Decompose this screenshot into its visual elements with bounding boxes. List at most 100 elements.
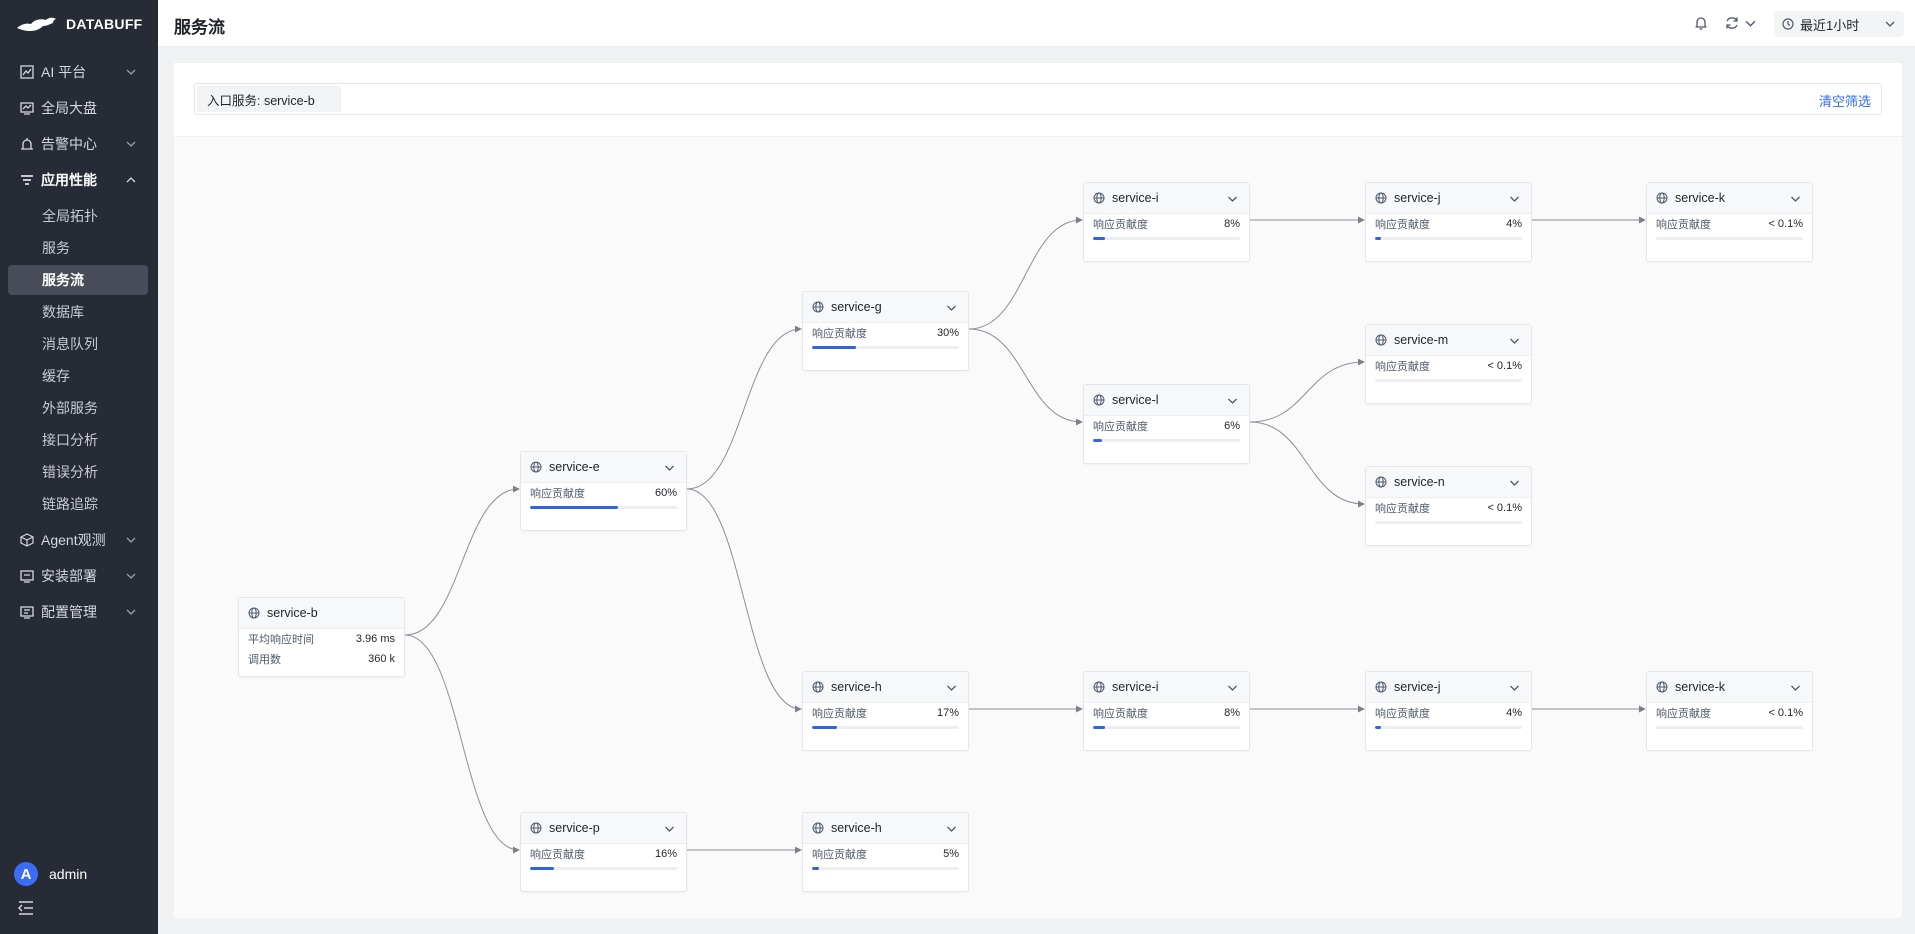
flow-node-service-j[interactable]: service-j 响应贡献度 4% (1365, 671, 1532, 751)
node-title: service-l (1112, 393, 1159, 407)
sub-item-service-flow[interactable]: 服务流 (8, 265, 148, 295)
chevron-down-icon[interactable] (946, 823, 957, 834)
nav-group-alert-center[interactable]: 告警中心 (0, 126, 158, 162)
chevron-down-icon[interactable] (1509, 477, 1520, 488)
metric-contribution: 响应贡献度 6% (1084, 416, 1249, 436)
globe-icon (812, 822, 824, 834)
metric-value: 30% (936, 327, 959, 339)
chevron-down-icon[interactable] (1790, 682, 1801, 693)
sub-item-cache[interactable]: 缓存 (8, 361, 148, 391)
metric-value: 8% (1224, 707, 1240, 719)
flow-edge-g-l (968, 328, 1083, 426)
flow-edge-g-i1 (968, 216, 1083, 330)
user-profile[interactable]: A admin (14, 862, 87, 886)
contribution-progress-bar (1093, 439, 1240, 442)
chevron-down-icon[interactable] (664, 823, 675, 834)
brand-logo[interactable]: DATABUFF (16, 12, 143, 36)
chevron-down-icon[interactable] (1227, 682, 1238, 693)
chevron-down-icon[interactable] (1509, 335, 1520, 346)
flow-edge-l-n (1249, 421, 1365, 508)
chevron-down-icon[interactable] (1227, 395, 1238, 406)
nav-group-app-performance[interactable]: 应用性能 (0, 162, 158, 198)
bell-icon[interactable] (1693, 15, 1709, 31)
flow-node-service-i[interactable]: service-i 响应贡献度 8% (1083, 182, 1250, 262)
flow-node-service-m[interactable]: service-m 响应贡献度 < 0.1% (1365, 324, 1532, 404)
chevron-down-icon[interactable] (946, 682, 957, 693)
node-title: service-p (549, 821, 600, 835)
chevron-down-icon[interactable] (946, 302, 957, 313)
flow-node-service-n[interactable]: service-n 响应贡献度 < 0.1% (1365, 466, 1532, 546)
sidebar: DATABUFF AI 平台 全局大盘 告警中心 应用性能 全局拓扑 服务 服务… (0, 0, 158, 934)
sub-item-database[interactable]: 数据库 (8, 297, 148, 327)
metric-value: 17% (936, 707, 959, 719)
flow-node-service-k[interactable]: service-k 响应贡献度 < 0.1% (1646, 182, 1813, 262)
nav-group-global-dashboard[interactable]: 全局大盘 (0, 90, 158, 126)
node-header: service-k (1647, 672, 1812, 703)
chevron-down-icon[interactable] (664, 462, 675, 473)
chart-icon (20, 65, 34, 79)
chevron-down-icon[interactable] (1790, 193, 1801, 204)
metric-value: < 0.1% (1768, 218, 1803, 230)
metric-label: 平均响应时间 (248, 634, 314, 646)
metric-label: 响应贡献度 (1093, 421, 1148, 433)
contribution-progress-bar (1375, 726, 1522, 729)
nav-group-label: 告警中心 (41, 136, 97, 152)
sub-item-external-service[interactable]: 外部服务 (8, 393, 148, 423)
sub-item-service[interactable]: 服务 (8, 233, 148, 263)
flow-node-service-h[interactable]: service-h 响应贡献度 17% (802, 671, 969, 751)
flow-node-service-k[interactable]: service-k 响应贡献度 < 0.1% (1646, 671, 1813, 751)
nav-group-ai-platform[interactable]: AI 平台 (0, 54, 158, 90)
flow-node-service-g[interactable]: service-g 响应贡献度 30% (802, 291, 969, 371)
progress-fill (530, 867, 554, 870)
clear-filter-link[interactable]: 清空筛选 (1819, 91, 1871, 110)
globe-icon (248, 607, 260, 619)
flow-node-service-i[interactable]: service-i 响应贡献度 8% (1083, 671, 1250, 751)
sub-item-message-queue[interactable]: 消息队列 (8, 329, 148, 359)
filter-input[interactable]: 入口服务: service-b 清空筛选 (194, 83, 1882, 115)
time-range-picker[interactable]: 最近1小时 (1774, 11, 1904, 37)
flow-node-service-l[interactable]: service-l 响应贡献度 6% (1083, 384, 1250, 464)
metric-value: 8% (1224, 218, 1240, 230)
node-title: service-i (1112, 191, 1159, 205)
chevron-down-icon (126, 573, 136, 579)
sub-item-api-analysis[interactable]: 接口分析 (8, 425, 148, 455)
clock-icon (1782, 18, 1794, 30)
flow-node-service-h[interactable]: service-h 响应贡献度 5% (802, 812, 969, 892)
top-header: 服务流 最近1小时 (158, 0, 1915, 47)
nav-group-agent[interactable]: Agent观测 (0, 522, 158, 558)
nav-group-label: Agent观测 (41, 532, 106, 548)
filter-icon (20, 173, 34, 187)
refresh-options-chevron-icon[interactable] (1745, 18, 1756, 29)
metric-label: 响应贡献度 (530, 849, 585, 861)
chevron-down-icon[interactable] (1227, 193, 1238, 204)
chevron-down-icon (126, 609, 136, 615)
flow-node-service-e[interactable]: service-e 响应贡献度 60% (520, 451, 687, 531)
username: admin (49, 866, 88, 882)
nav-group-deploy[interactable]: 安装部署 (0, 558, 158, 594)
collapse-sidebar-icon[interactable] (18, 900, 34, 916)
contribution-progress-bar (1093, 237, 1240, 240)
flow-node-service-j[interactable]: service-j 响应贡献度 4% (1365, 182, 1532, 262)
metric-call-count: 调用数 360 k (239, 649, 404, 669)
chevron-down-icon[interactable] (1509, 682, 1520, 693)
metric-value: 6% (1224, 420, 1240, 432)
nav-group-label: 应用性能 (41, 172, 97, 188)
metric-label: 响应贡献度 (1375, 503, 1430, 515)
flow-node-service-p[interactable]: service-p 响应贡献度 16% (520, 812, 687, 892)
refresh-icon[interactable] (1724, 15, 1740, 31)
nav-group-config[interactable]: 配置管理 (0, 594, 158, 630)
sub-item-error-analysis[interactable]: 错误分析 (8, 457, 148, 487)
metric-label: 响应贡献度 (1093, 219, 1148, 231)
contribution-progress-bar (1656, 726, 1803, 729)
time-range-value: 最近1小时 (1800, 17, 1860, 33)
globe-icon (1093, 681, 1105, 693)
sub-item-global-topology[interactable]: 全局拓扑 (8, 201, 148, 231)
sub-item-trace[interactable]: 链路追踪 (8, 489, 148, 519)
node-header: service-l (1084, 385, 1249, 416)
chevron-down-icon[interactable] (1509, 193, 1520, 204)
filter-tag-entry-service[interactable]: 入口服务: service-b (197, 86, 341, 112)
globe-icon (1375, 476, 1387, 488)
progress-fill (1375, 237, 1381, 240)
node-title: service-g (831, 300, 882, 314)
flow-node-service-b[interactable]: service-b 平均响应时间 3.96 ms 调用数 360 k (238, 597, 405, 677)
